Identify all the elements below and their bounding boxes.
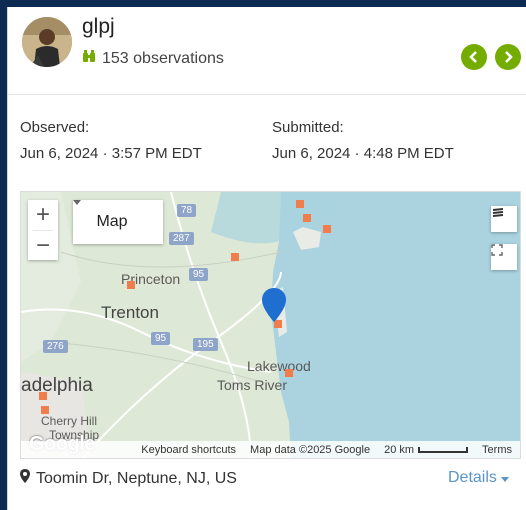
observation-marker[interactable] (39, 392, 47, 400)
zoom-out-button[interactable]: − (28, 231, 58, 261)
username[interactable]: glpj (82, 15, 115, 39)
map-data-attribution: Map data ©2025 Google (250, 443, 371, 456)
zoom-controls: + − (28, 200, 58, 260)
layers-button[interactable] (491, 206, 517, 232)
submitted-label: Submitted: (272, 119, 344, 136)
place-toms-river: Toms River (217, 377, 288, 393)
map-type-dropdown[interactable]: Map (73, 200, 163, 244)
map-attribution-bar: Keyboard shortcuts Map data ©2025 Google… (21, 441, 520, 458)
location-pin-icon[interactable] (262, 288, 286, 322)
details-label: Details (448, 469, 497, 486)
observation-marker[interactable] (296, 200, 304, 208)
details-dropdown[interactable]: Details (448, 469, 509, 487)
observed-label: Observed: (20, 119, 90, 136)
map-type-label: Map (96, 213, 128, 230)
observation-marker[interactable] (127, 281, 135, 289)
submitted-value: Jun 6, 2024 · 4:48 PM EDT (272, 145, 454, 162)
place-philadelphia: adelphia (21, 375, 93, 396)
zoom-in-button[interactable]: + (28, 200, 58, 230)
avatar-image (22, 17, 72, 67)
route-shield-95-north: 95 (189, 268, 209, 281)
avatar[interactable] (22, 17, 72, 67)
scale-bar (418, 446, 469, 453)
place-lakewood: Lakewood (247, 358, 311, 374)
observation-marker[interactable] (285, 369, 293, 377)
fullscreen-button[interactable] (491, 244, 517, 270)
previous-observation-button[interactable] (461, 44, 487, 70)
chevron-left-icon (469, 51, 477, 63)
observation-count[interactable]: 153 observations (82, 49, 224, 68)
location-row: Toomin Dr, Neptune, NJ, US (20, 469, 237, 488)
map-scale-label: 20 km (384, 443, 415, 456)
chevron-right-icon (505, 51, 513, 63)
fullscreen-icon (491, 244, 503, 256)
route-shield-95-south: 95 (151, 332, 171, 345)
location-map[interactable]: + − Map 78 287 95 95 276 195 Princeton T… (20, 191, 521, 459)
layers-icon (492, 208, 504, 217)
caret-down-icon (500, 469, 509, 487)
submitted-date-block: Submitted: Jun 6, 2024 · 4:48 PM EDT (272, 119, 454, 162)
binoculars-icon (82, 49, 96, 68)
map-scale[interactable]: 20 km (384, 443, 469, 456)
observer-header: glpj 153 observations (8, 7, 526, 95)
observation-marker[interactable] (323, 225, 331, 233)
observation-marker[interactable] (303, 214, 311, 222)
next-observation-button[interactable] (495, 44, 521, 70)
place-trenton: Trenton (101, 303, 159, 322)
route-shield-276: 276 (43, 340, 68, 353)
keyboard-shortcuts-link[interactable]: Keyboard shortcuts (141, 444, 236, 456)
route-shield-78: 78 (177, 204, 197, 217)
observed-value: Jun 6, 2024 · 3:57 PM EDT (20, 145, 202, 162)
route-shield-287: 287 (169, 232, 194, 245)
observed-date-block: Observed: Jun 6, 2024 · 3:57 PM EDT (20, 119, 202, 162)
map-marker-icon (20, 469, 30, 488)
observation-marker[interactable] (41, 406, 49, 414)
observation-marker[interactable] (231, 253, 239, 261)
route-shield-195: 195 (193, 338, 218, 351)
terms-link[interactable]: Terms (482, 444, 512, 456)
location-text: Toomin Dr, Neptune, NJ, US (36, 469, 237, 487)
observation-count-label: 153 observations (102, 49, 224, 67)
place-cherry-hill: Cherry Hill (41, 414, 98, 428)
observation-card: glpj 153 observations Observed: Jun 6, 2… (7, 7, 526, 510)
